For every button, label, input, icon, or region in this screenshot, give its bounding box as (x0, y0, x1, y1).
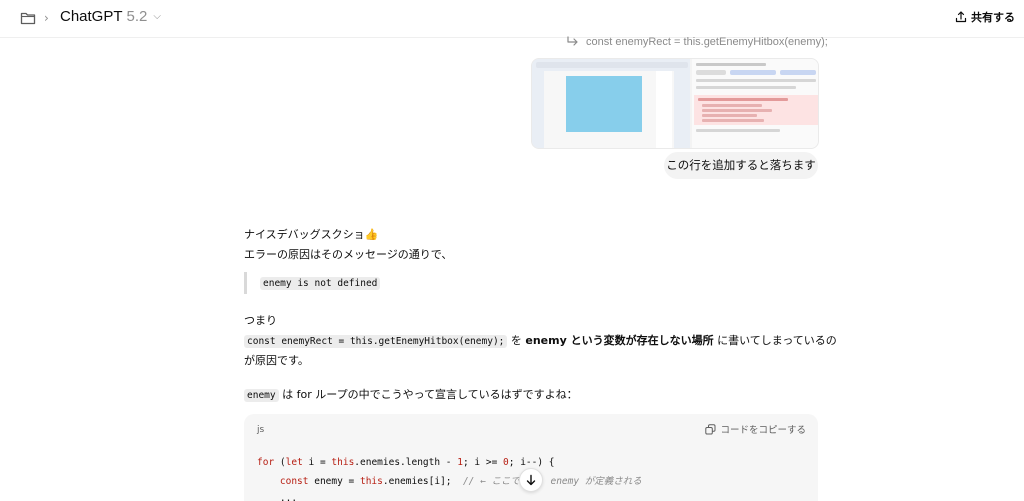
share-button[interactable]: 共有する (955, 9, 1015, 25)
share-label: 共有する (971, 11, 1015, 24)
inline-code: enemy (244, 389, 279, 402)
copy-code-button[interactable]: コードをコピーする (705, 422, 806, 436)
assistant-paragraph-3: つまり (244, 314, 277, 327)
text-span: を (507, 334, 526, 347)
assistant-paragraph-5: が原因です。 (244, 354, 309, 367)
blockquote-text: enemy is not defined (260, 276, 381, 290)
arrow-down-icon (526, 474, 536, 486)
inline-code: const enemyRect = this.getEnemyHitbox(en… (244, 335, 508, 348)
code-language-label: js (257, 425, 265, 435)
model-name: ChatGPT (60, 8, 123, 25)
chevron-down-icon: ⌵ (153, 11, 161, 22)
breadcrumb-separator-icon: › (44, 11, 49, 25)
assistant-paragraph-2: エラーの原因はそのメッセージの通りで、 (244, 248, 453, 261)
copy-icon (705, 423, 716, 434)
code-line-3: ... (257, 493, 298, 501)
reply-reference-text: const enemyRect = this.getEnemyHitbox(en… (586, 36, 828, 48)
code-line-1: for (let i = this.enemies.length - 1; i … (257, 457, 555, 468)
blockquote-bar (244, 272, 247, 294)
reply-reference[interactable]: const enemyRect = this.getEnemyHitbox(en… (566, 36, 828, 48)
text-span: は for ループの中でこうやって宣言しているはずですよね： (278, 388, 578, 401)
inline-code: enemy is not defined (260, 277, 381, 290)
copy-code-label: コードをコピーする (720, 425, 806, 436)
assistant-paragraph-1: ナイスデバッグスクショ👍 (244, 228, 379, 241)
screenshot-game-pane (532, 59, 690, 148)
screenshot-devtools-pane (692, 59, 818, 148)
bold-text: enemy という変数が存在しない場所 (525, 334, 714, 347)
share-icon (955, 11, 967, 23)
top-bar: › ChatGPT 5.2 ⌵ 共有する (0, 0, 1024, 38)
screenshot-canvas-rect (566, 76, 642, 132)
model-version: 5.2 (126, 8, 148, 25)
code-line-2: const enemy = this.enemies[i]; // ← ここで定… (279, 476, 642, 487)
scroll-to-bottom-button[interactable] (519, 468, 543, 492)
assistant-paragraph-4: const enemyRect = this.getEnemyHitbox(en… (244, 332, 837, 348)
reply-arrow-icon (567, 36, 578, 46)
model-selector[interactable]: ChatGPT 5.2 ⌵ (60, 8, 161, 25)
user-message-bubble: この行を追加すると落ちます (664, 152, 818, 179)
folder-icon[interactable] (20, 11, 36, 25)
assistant-paragraph-6: enemy は for ループの中でこうやって宣言しているはずですよね： (244, 386, 578, 402)
text-span: に書いてしまっているの (713, 334, 837, 347)
attached-screenshot[interactable] (531, 58, 819, 149)
